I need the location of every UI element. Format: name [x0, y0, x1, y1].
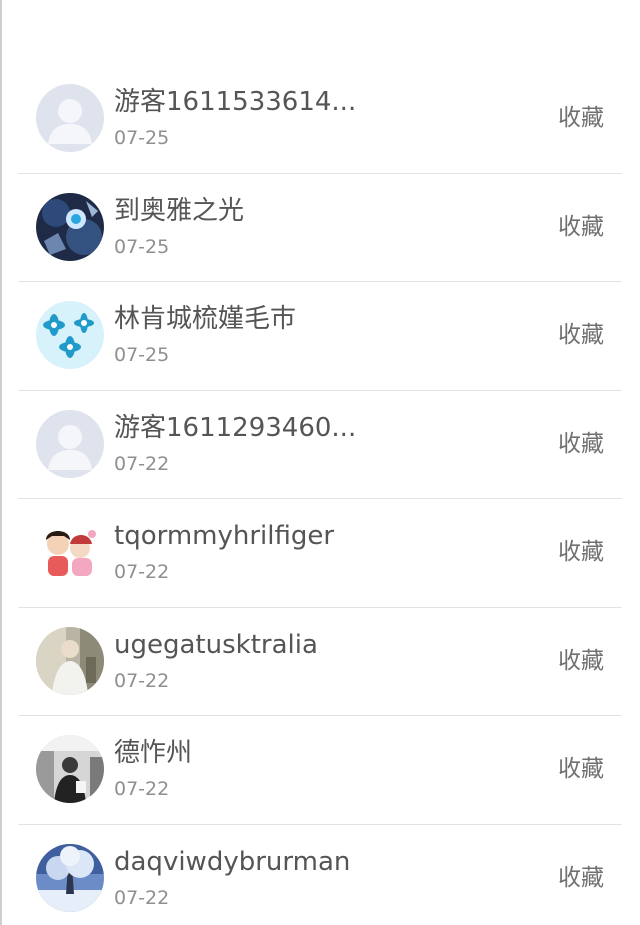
favorite-button[interactable]: 收藏	[558, 646, 604, 676]
list-item[interactable]: tqormmyhrilfiger 07-22 收藏	[0, 499, 640, 608]
favorite-button[interactable]: 收藏	[558, 212, 604, 242]
user-name[interactable]: ugegatusktralia	[114, 628, 318, 662]
favorite-button[interactable]: 收藏	[558, 537, 604, 567]
bw-photo-avatar[interactable]	[36, 735, 104, 803]
winter-tree-avatar[interactable]	[36, 843, 104, 912]
favorite-button[interactable]: 收藏	[558, 320, 604, 350]
user-name[interactable]: 游客1611293460...	[114, 411, 356, 445]
user-name[interactable]: tqormmyhrilfiger	[114, 519, 334, 553]
favorite-button[interactable]: 收藏	[558, 429, 604, 459]
favorite-date: 07-25	[114, 235, 170, 258]
list-item[interactable]: 林肯城梳嫤毛巿 07-25 收藏	[0, 282, 640, 391]
default-user-avatar[interactable]	[36, 409, 104, 478]
user-name[interactable]: daqviwdybrurman	[114, 845, 350, 879]
favorite-button[interactable]: 收藏	[558, 103, 604, 133]
favorite-date: 07-25	[114, 127, 170, 149]
user-list: 游客1611533614... 07-25 收藏 到奥雅之光 07-25 收藏 …	[0, 65, 640, 925]
list-item[interactable]: 到奥雅之光 07-25 收藏	[0, 174, 640, 282]
favorite-date: 07-25	[114, 344, 170, 366]
default-user-avatar[interactable]	[36, 84, 104, 152]
user-name[interactable]: 德怍州	[114, 736, 192, 770]
favorite-date: 07-22	[114, 778, 170, 800]
favorite-date: 07-22	[114, 452, 170, 475]
user-name[interactable]: 到奥雅之光	[114, 194, 244, 228]
list-item[interactable]: 德怍州 07-22 收藏	[0, 716, 640, 825]
flower-avatar[interactable]	[36, 301, 104, 369]
favorite-date: 07-22	[114, 886, 170, 909]
user-name[interactable]: 游客1611533614...	[114, 85, 356, 119]
list-item[interactable]: 游客1611293460... 07-22 收藏	[0, 391, 640, 499]
cartoon-couple-avatar[interactable]	[36, 518, 104, 586]
favorite-date: 07-22	[114, 669, 170, 692]
list-item[interactable]: ugegatusktralia 07-22 收藏	[0, 608, 640, 716]
photo-person-avatar[interactable]	[36, 626, 104, 695]
user-name[interactable]: 林肯城梳嫤毛巿	[114, 302, 296, 336]
list-item[interactable]: 游客1611533614... 07-25 收藏	[0, 65, 640, 174]
favorite-button[interactable]: 收藏	[558, 754, 604, 784]
favorite-date: 07-22	[114, 561, 170, 583]
robot-avatar[interactable]	[36, 192, 104, 261]
favorites-page: 游客1611533614... 07-25 收藏 到奥雅之光 07-25 收藏 …	[0, 0, 640, 925]
list-item[interactable]: daqviwdybrurman 07-22 收藏	[0, 825, 640, 925]
favorite-button[interactable]: 收藏	[558, 863, 604, 893]
